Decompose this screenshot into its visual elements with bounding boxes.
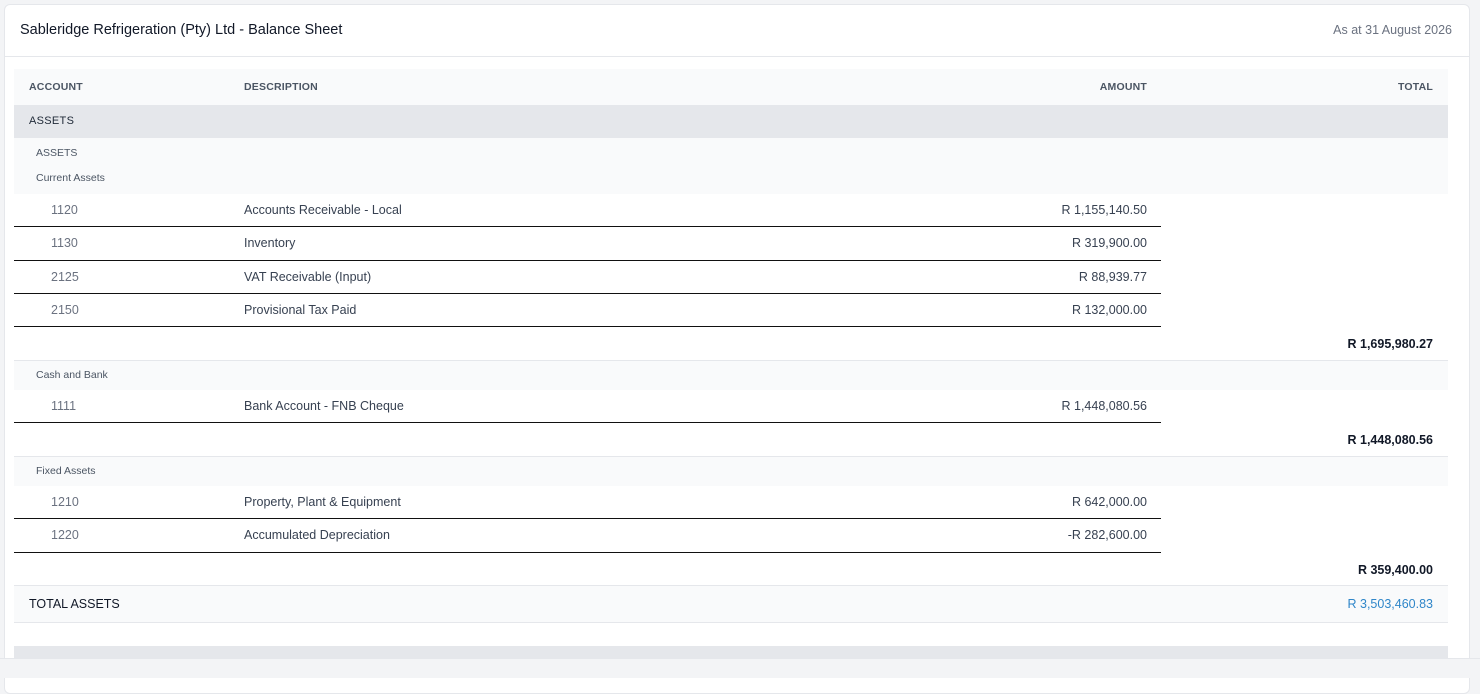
table-row[interactable]: 1210 Property, Plant & Equipment R 642,0… bbox=[14, 486, 1448, 519]
column-header-account: ACCOUNT bbox=[29, 81, 83, 93]
report-date: As at 31 August 2026 bbox=[1333, 23, 1452, 37]
account-description: Provisional Tax Paid bbox=[244, 303, 357, 317]
line-amount: R 319,900.00 bbox=[1071, 236, 1147, 250]
subtotal-value: R 359,400.00 bbox=[1357, 563, 1433, 577]
total-assets-label: TOTAL ASSETS bbox=[29, 597, 120, 611]
line-amount: -R 282,600.00 bbox=[1067, 528, 1147, 542]
subtotal-value: R 1,448,080.56 bbox=[1347, 433, 1434, 447]
column-header-total: TOTAL bbox=[1397, 81, 1433, 93]
account-description: Inventory bbox=[244, 236, 296, 250]
subgroup-label: Fixed Assets bbox=[36, 465, 96, 477]
column-header-amount: AMOUNT bbox=[1099, 81, 1147, 93]
account-code: 1130 bbox=[51, 236, 78, 250]
table-row[interactable]: 1120 Accounts Receivable - Local R 1,155… bbox=[14, 194, 1448, 227]
account-description: Accounts Receivable - Local bbox=[244, 203, 402, 217]
account-code: 1210 bbox=[51, 495, 79, 509]
subtotal-row-current-assets: R 1,695,980.27 bbox=[14, 327, 1448, 361]
total-assets-row: TOTAL ASSETS R 3,503,460.83 bbox=[14, 586, 1448, 623]
account-code: 1220 bbox=[51, 528, 79, 542]
subgroup-row-cash-and-bank: Cash and Bank bbox=[14, 361, 1448, 390]
subgroup-row-current-assets: Current Assets bbox=[14, 166, 1448, 194]
subtotal-value: R 1,695,980.27 bbox=[1347, 337, 1434, 351]
line-amount: R 642,000.00 bbox=[1071, 495, 1147, 509]
table-row[interactable]: 2150 Provisional Tax Paid R 132,000.00 bbox=[14, 294, 1448, 327]
account-code: 1111 bbox=[51, 399, 77, 413]
table-row[interactable]: 1220 Accumulated Depreciation -R 282,600… bbox=[14, 519, 1448, 553]
line-amount: R 1,448,080.56 bbox=[1061, 399, 1148, 413]
line-amount: R 88,939.77 bbox=[1078, 270, 1147, 284]
table-row[interactable]: 1111 Bank Account - FNB Cheque R 1,448,0… bbox=[14, 390, 1448, 423]
account-description: Property, Plant & Equipment bbox=[244, 495, 401, 509]
column-header-description: DESCRIPTION bbox=[244, 81, 318, 93]
line-amount: R 132,000.00 bbox=[1071, 303, 1147, 317]
subtotal-row-fixed-assets: R 359,400.00 bbox=[14, 553, 1448, 586]
total-assets-value[interactable]: R 3,503,460.83 bbox=[1348, 597, 1434, 611]
subgroup-label: Cash and Bank bbox=[36, 369, 108, 381]
table-header: ACCOUNT DESCRIPTION AMOUNT TOTAL bbox=[14, 69, 1448, 105]
section-row-assets[interactable]: ASSETS bbox=[14, 105, 1448, 138]
group-label: ASSETS bbox=[36, 147, 78, 159]
table-row[interactable]: 1130 Inventory R 319,900.00 bbox=[14, 227, 1448, 261]
account-code: 1120 bbox=[51, 203, 78, 217]
section-label: ASSETS bbox=[29, 115, 75, 127]
group-row-assets: ASSETS bbox=[14, 138, 1448, 166]
account-code: 2150 bbox=[51, 303, 79, 317]
footer-bar bbox=[0, 658, 1480, 678]
report-header: Sableridge Refrigeration (Pty) Ltd - Bal… bbox=[5, 5, 1469, 57]
account-code: 2125 bbox=[51, 270, 79, 284]
subgroup-label: Current Assets bbox=[36, 172, 105, 184]
account-description: Accumulated Depreciation bbox=[244, 528, 390, 542]
balance-sheet-table: ACCOUNT DESCRIPTION AMOUNT TOTAL ASSETS … bbox=[14, 69, 1448, 623]
report-title: Sableridge Refrigeration (Pty) Ltd - Bal… bbox=[20, 22, 343, 38]
account-description: Bank Account - FNB Cheque bbox=[244, 399, 404, 413]
line-amount: R 1,155,140.50 bbox=[1061, 203, 1148, 217]
subtotal-row-cash-and-bank: R 1,448,080.56 bbox=[14, 423, 1448, 457]
table-row[interactable]: 2125 VAT Receivable (Input) R 88,939.77 bbox=[14, 261, 1448, 294]
account-description: VAT Receivable (Input) bbox=[244, 270, 372, 284]
subgroup-row-fixed-assets: Fixed Assets bbox=[14, 457, 1448, 486]
